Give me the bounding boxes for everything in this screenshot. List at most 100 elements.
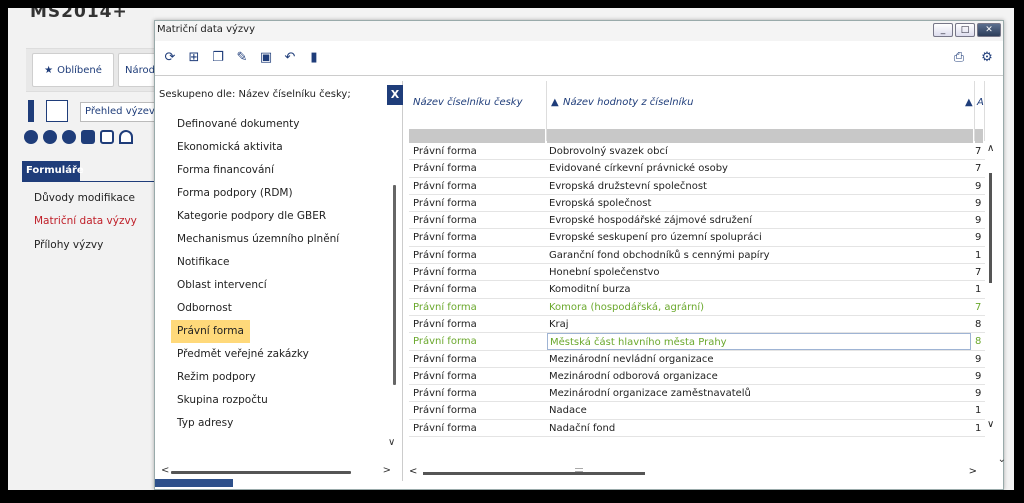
group-close-button[interactable]: X — [387, 85, 403, 105]
chevron-right-icon[interactable]: > — [969, 466, 977, 477]
table-cell: Právní forma — [413, 405, 477, 417]
copy-icon[interactable]: ❐ — [211, 51, 225, 65]
undo-icon[interactable] — [119, 130, 133, 144]
edit-icon[interactable] — [81, 130, 95, 144]
group-item[interactable]: Odbornost — [171, 297, 238, 320]
table-row[interactable]: Právní forma Evropské seskupení pro územn… — [409, 229, 985, 247]
chevron-left-icon[interactable]: < — [409, 466, 417, 477]
table-cell: Právní forma — [413, 301, 477, 313]
group-scrollbar[interactable] — [393, 185, 396, 385]
save-icon[interactable]: ▣ — [259, 51, 273, 65]
grid-hscrollbar[interactable]: < > — [409, 466, 985, 479]
refresh-icon[interactable] — [62, 130, 76, 144]
group-item[interactable]: Ekonomická aktivita — [171, 136, 289, 159]
window-controls: _ □ ✕ — [933, 23, 1001, 37]
table-cell: Právní forma — [413, 370, 477, 382]
menu-item-prilohy-vyzvy[interactable]: Přílohy výzvy — [34, 239, 103, 251]
grid-vscrollbar[interactable]: ∧ ∨ — [985, 143, 1001, 433]
save-icon[interactable] — [100, 130, 114, 144]
group-item[interactable]: Kategorie podpory dle GBER — [171, 205, 332, 228]
tab-prehled-vyzev[interactable]: Přehled výzev — [80, 102, 160, 122]
delete-icon[interactable]: ▮ — [307, 51, 321, 65]
table-cell: Evropská družstevní společnost — [549, 180, 707, 192]
undo-icon[interactable]: ↶ — [283, 51, 297, 65]
menu-item-matricni-data[interactable]: Matriční data výzvy — [34, 215, 137, 227]
minimize-icon[interactable]: _ — [933, 23, 953, 37]
section-divider — [22, 181, 154, 182]
vscroll-thumb[interactable] — [989, 173, 992, 283]
table-row[interactable]: Právní forma Komora (hospodářská, agrární… — [409, 299, 985, 316]
table-row[interactable]: Právní forma Komoditní burza 1 — [409, 281, 985, 299]
table-cell: 9 — [975, 215, 982, 227]
group-item[interactable]: Režim podpory — [171, 366, 262, 389]
table-row[interactable]: Právní forma Honební společenstvo 7 — [409, 264, 985, 282]
page-icon[interactable] — [46, 100, 68, 122]
table-row[interactable]: Právní forma Nadační fond 1 — [409, 420, 985, 438]
group-item[interactable]: Definované dokumenty — [171, 113, 306, 136]
group-hscrollbar[interactable]: < > — [161, 465, 391, 478]
bottom-tab[interactable] — [155, 479, 233, 487]
circle-icon[interactable] — [24, 130, 38, 144]
group-item[interactable]: Forma podpory (RDM) — [171, 182, 299, 205]
table-row[interactable]: Právní forma Kraj 8 — [409, 316, 985, 334]
chevron-up-icon[interactable]: ∧ — [987, 143, 994, 154]
group-item[interactable]: Oblast intervencí — [171, 274, 273, 297]
group-item[interactable]: Předmět veřejné zakázky — [171, 343, 315, 366]
chevron-left-icon[interactable]: < — [161, 465, 169, 476]
refresh-icon[interactable]: ⟳ — [163, 51, 177, 65]
table-row[interactable]: Právní forma Evropská společnost 9 — [409, 195, 985, 213]
narod-button[interactable]: Národ — [118, 53, 158, 87]
group-item[interactable]: Právní forma — [171, 320, 250, 343]
table-cell: 8 — [975, 336, 982, 348]
column-header-a[interactable]: A — [975, 81, 985, 143]
grid-body: Právní forma Dobrovolný svazek obcí 7 Právn… — [409, 143, 985, 438]
table-row[interactable]: Právní forma Mezinárodní organizace zaměs… — [409, 385, 985, 403]
add-icon[interactable]: ⊞ — [187, 51, 201, 65]
table-row[interactable]: Právní forma Evropská družstevní společno… — [409, 178, 985, 195]
chevron-right-icon[interactable]: > — [383, 465, 391, 476]
resize-grip-icon[interactable] — [575, 468, 583, 472]
double-chevron-down-icon[interactable]: ⌄ — [998, 454, 1006, 465]
table-cell: Mezinárodní odborová organizace — [549, 370, 718, 382]
chevron-down-icon[interactable]: ∨ — [388, 437, 395, 448]
print-icon[interactable]: ⎙ — [949, 51, 969, 65]
column-header-nazev-ciselniku[interactable]: Název číselníku česky — [409, 81, 547, 143]
group-item[interactable]: Skupina rozpočtu — [171, 389, 274, 412]
table-row[interactable]: Právní forma Evropské hospodářské zájmové… — [409, 212, 985, 230]
table-cell: Městská část hlavního města Prahy — [547, 333, 971, 351]
table-row[interactable]: Právní forma Městská část hlavního města … — [409, 333, 985, 351]
maximize-icon[interactable]: □ — [955, 23, 975, 37]
group-item[interactable]: Typ adresy — [171, 412, 239, 435]
group-item[interactable]: Forma financování — [171, 159, 280, 182]
table-cell: 9 — [975, 232, 982, 244]
chevron-down-icon[interactable]: ∨ — [987, 419, 994, 430]
table-cell: Nadace — [549, 405, 587, 417]
hscroll-thumb[interactable] — [423, 472, 645, 475]
favorites-button[interactable]: ★ Oblíbené — [32, 53, 114, 87]
table-row[interactable]: Právní forma Mezinárodní odborová organiz… — [409, 368, 985, 386]
hscroll-thumb[interactable] — [171, 471, 351, 474]
table-row[interactable]: Právní forma Evidované církevní právnické… — [409, 160, 985, 178]
edit-icon[interactable]: ✎ — [235, 51, 249, 65]
group-item[interactable]: Mechanismus územního plnění — [171, 228, 345, 251]
table-row[interactable]: Právní forma Nadace 1 — [409, 402, 985, 420]
record-icon[interactable] — [43, 130, 57, 144]
tab-strip: Přehled výzev — [26, 100, 160, 124]
table-row[interactable]: Právní forma Mezinárodní nevládní organiz… — [409, 351, 985, 368]
column-header-nazev-hodnoty[interactable]: ▲ Název hodnoty z číselníku ▲ — [547, 81, 975, 143]
filter-input[interactable] — [409, 129, 546, 143]
table-cell: Právní forma — [413, 318, 477, 330]
data-grid: Název číselníku česky ▲ Název hodnoty z … — [409, 81, 994, 481]
bookmark-icon[interactable] — [28, 100, 34, 122]
filter-input[interactable] — [975, 129, 984, 143]
sort-icon: ▲ — [965, 97, 973, 108]
table-row[interactable]: Právní forma Garanční fond obchodníků s c… — [409, 247, 985, 265]
table-row[interactable]: Právní forma Dobrovolný svazek obcí 7 — [409, 143, 985, 161]
menu-item-duvody-modifikace[interactable]: Důvody modifikace — [34, 192, 135, 204]
group-item[interactable]: Notifikace — [171, 251, 236, 274]
settings-icon[interactable]: ⚙ — [977, 51, 997, 65]
grid-header: Název číselníku česky ▲ Název hodnoty z … — [409, 81, 985, 143]
filter-input[interactable] — [547, 129, 974, 143]
table-cell: 7 — [975, 301, 982, 313]
close-icon[interactable]: ✕ — [977, 23, 1001, 37]
